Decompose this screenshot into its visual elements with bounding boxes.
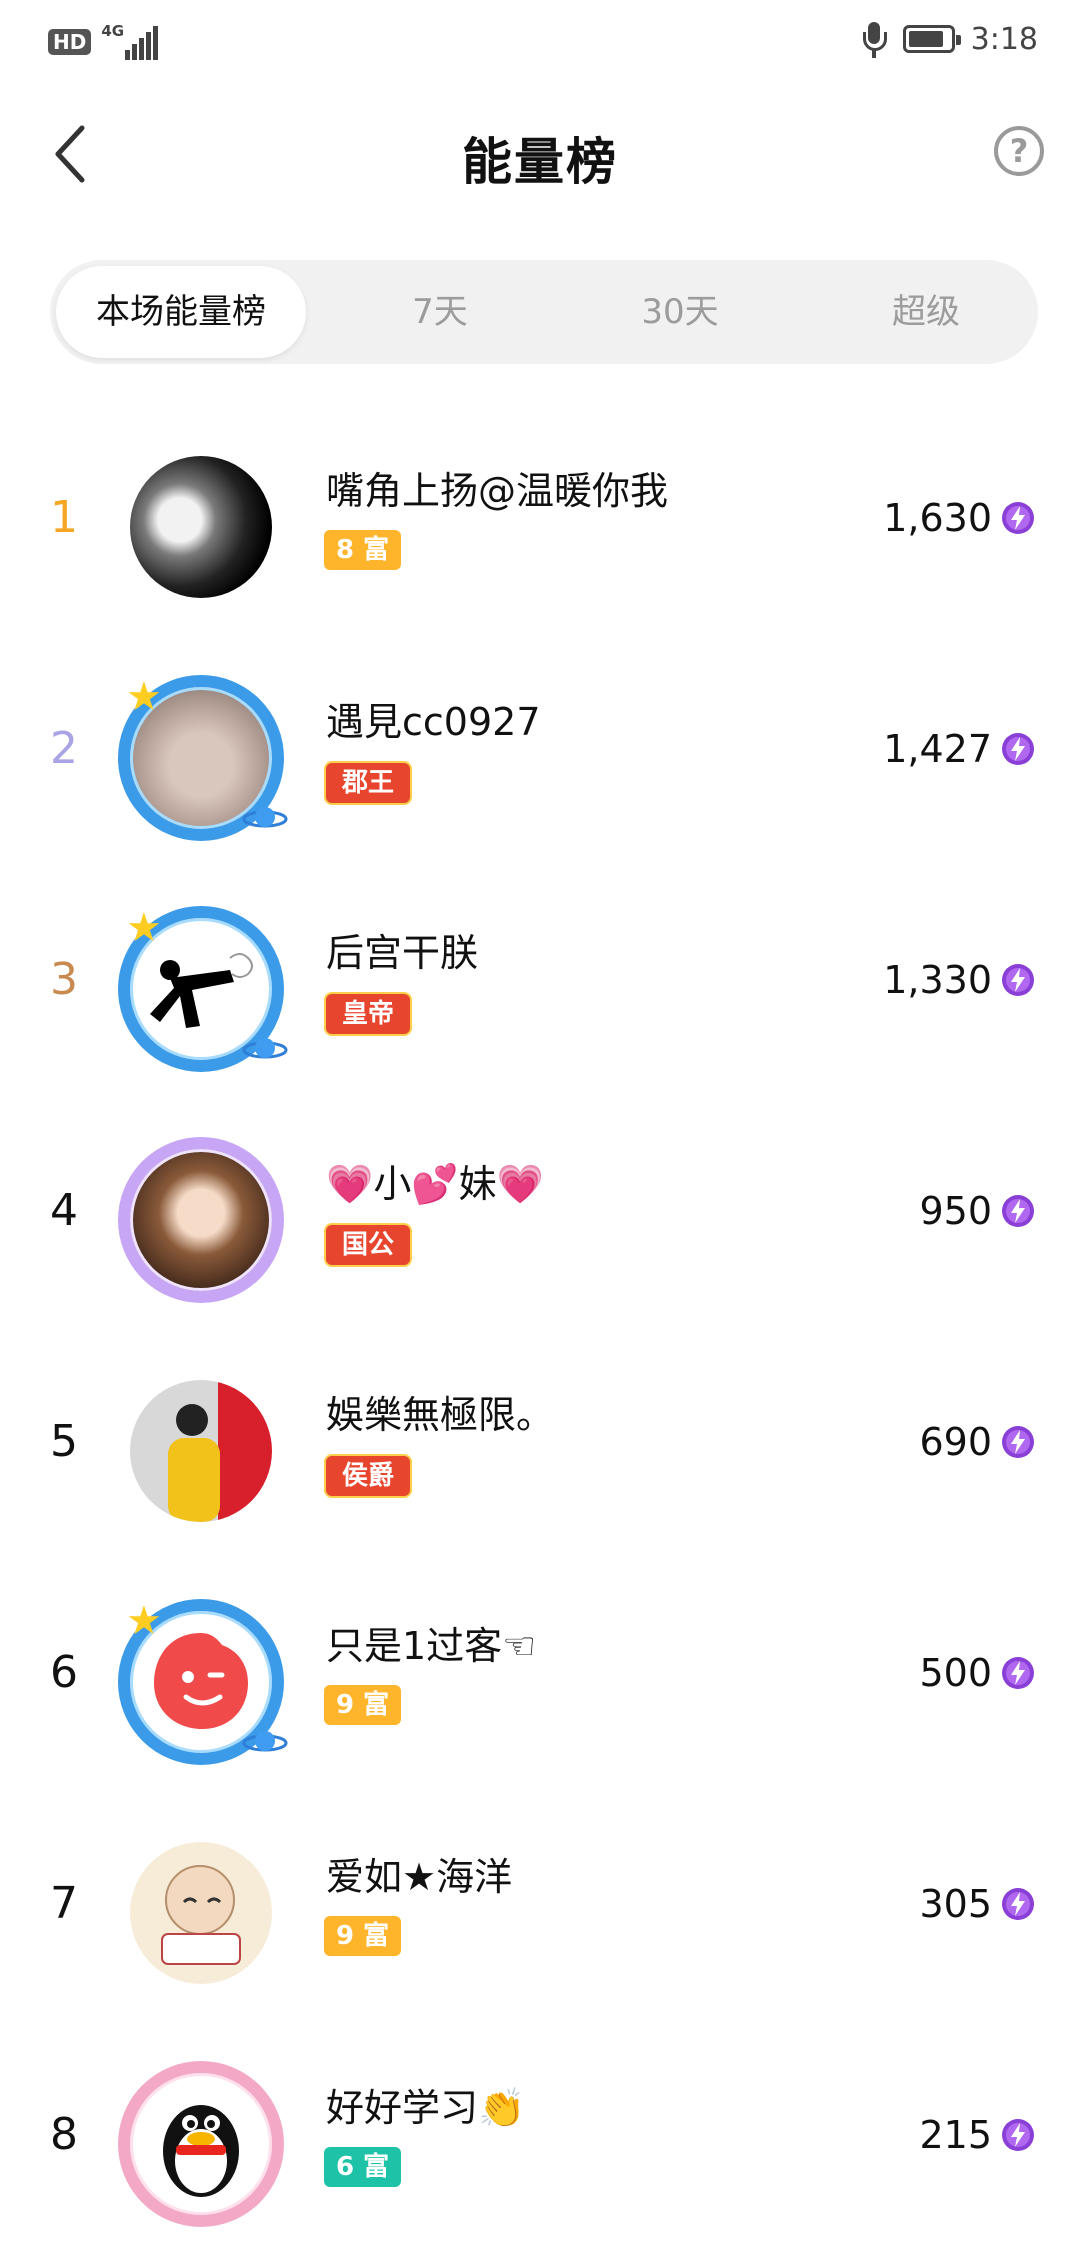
avatar[interactable] <box>118 1830 284 1996</box>
wealth-badge: 9 富 <box>324 1685 402 1725</box>
list-item[interactable]: 7 爱如★海洋 9 富 305 <box>0 1804 1080 2035</box>
wealth-badge: 8 富 <box>324 530 402 570</box>
energy-icon <box>1002 2119 1034 2151</box>
title-badge: 国公 <box>324 1223 413 1267</box>
microphone-icon <box>861 20 887 58</box>
hd-indicator: HD <box>48 29 92 55</box>
tab-bar: 本场能量榜 7天 30天 超级 <box>50 260 1038 364</box>
wealth-badge: 9 富 <box>324 1916 402 1956</box>
rank-number: 2 <box>50 723 78 774</box>
list-item[interactable]: 5 娛樂無極限。 侯爵 690 <box>0 1342 1080 1573</box>
user-name: 嘴角上扬@温暖你我 <box>326 469 669 513</box>
user-name: 娛樂無極限。 <box>326 1393 555 1437</box>
user-name: 只是1过客☜ <box>326 1624 537 1668</box>
tab-7-days[interactable]: 7天 <box>350 266 530 358</box>
energy-icon <box>1002 1195 1034 1227</box>
planet-icon <box>242 807 288 828</box>
rank-number: 3 <box>50 954 78 1005</box>
wealth-badge: 6 富 <box>324 2147 402 2187</box>
planet-icon <box>242 1731 288 1752</box>
energy-score: 1,630 <box>883 496 992 540</box>
user-name: 后宫干朕 <box>326 931 479 975</box>
avatar[interactable]: ★ <box>118 1598 288 1765</box>
avatar-figure <box>168 1404 220 1522</box>
rank-number: 7 <box>50 1878 78 1929</box>
avatar[interactable]: ★ <box>118 905 288 1072</box>
rank-number: 8 <box>50 2109 78 2160</box>
list-item[interactable]: 6 ★ 只是1过客☜ 9 富 500 <box>0 1573 1080 1804</box>
status-bar: HD 4G 3:18 <box>0 0 1080 86</box>
energy-icon <box>1002 964 1034 996</box>
energy-score: 950 <box>919 1189 992 1233</box>
title-badge: 皇帝 <box>324 992 413 1036</box>
rank-number: 4 <box>50 1185 78 1236</box>
signal-icon: 4G <box>101 22 159 60</box>
avatar[interactable]: ★ <box>118 674 288 841</box>
user-name: 好好学习👏 <box>326 2086 526 2130</box>
title-badge: 郡王 <box>324 761 413 805</box>
list-item[interactable]: 8 好好学习👏 6 富 215 <box>0 2035 1080 2266</box>
avatar[interactable] <box>118 1368 284 1534</box>
user-name: 遇見cc0927 <box>326 700 541 744</box>
header: 能量榜 ? <box>0 100 1080 210</box>
list-item[interactable]: 4 💗小💕妹💗 国公 950 <box>0 1111 1080 1342</box>
avatar[interactable] <box>118 2061 284 2227</box>
avatar[interactable] <box>118 1137 284 1303</box>
avatar[interactable] <box>118 444 284 610</box>
list-item[interactable]: 3 ★ 后宫干朕 皇帝 1,330 <box>0 880 1080 1111</box>
help-button[interactable]: ? <box>994 126 1044 176</box>
energy-icon <box>1002 502 1034 534</box>
energy-score: 690 <box>919 1420 992 1464</box>
energy-icon <box>1002 1657 1034 1689</box>
tab-30-days[interactable]: 30天 <box>590 266 770 358</box>
clock: 3:18 <box>970 21 1038 57</box>
tab-super[interactable]: 超级 <box>836 266 1016 358</box>
energy-score: 500 <box>919 1651 992 1695</box>
tab-current-session[interactable]: 本场能量榜 <box>56 266 306 358</box>
avatar-figure <box>161 1865 241 1965</box>
rank-number: 1 <box>50 492 78 543</box>
star-icon: ★ <box>126 905 162 951</box>
avatar-frame <box>118 1137 284 1303</box>
ranking-list: 1 嘴角上扬@温暖你我 8 富 1,630 2 ★ 遇見cc0927 郡王 1,… <box>0 418 1080 2266</box>
star-icon: ★ <box>126 1598 162 1644</box>
energy-score: 215 <box>919 2113 992 2157</box>
energy-score: 305 <box>919 1882 992 1926</box>
energy-icon <box>1002 1426 1034 1458</box>
energy-icon <box>1002 1888 1034 1920</box>
energy-icon <box>1002 733 1034 765</box>
avatar-frame <box>118 2061 284 2227</box>
user-name: 💗小💕妹💗 <box>326 1162 544 1206</box>
battery-icon <box>902 25 961 53</box>
title-badge: 侯爵 <box>324 1454 413 1498</box>
page-title: 能量榜 <box>462 133 618 191</box>
planet-icon <box>242 1038 288 1059</box>
network-type: 4G <box>101 22 125 40</box>
star-icon: ★ <box>126 674 162 720</box>
list-item[interactable]: 1 嘴角上扬@温暖你我 8 富 1,630 <box>0 418 1080 649</box>
rank-number: 5 <box>50 1416 78 1467</box>
user-name: 爱如★海洋 <box>326 1855 513 1899</box>
energy-score: 1,427 <box>883 727 992 771</box>
list-item[interactable]: 2 ★ 遇見cc0927 郡王 1,427 <box>0 649 1080 880</box>
rank-number: 6 <box>50 1647 78 1698</box>
question-icon: ? <box>1009 132 1029 170</box>
energy-score: 1,330 <box>883 958 992 1002</box>
